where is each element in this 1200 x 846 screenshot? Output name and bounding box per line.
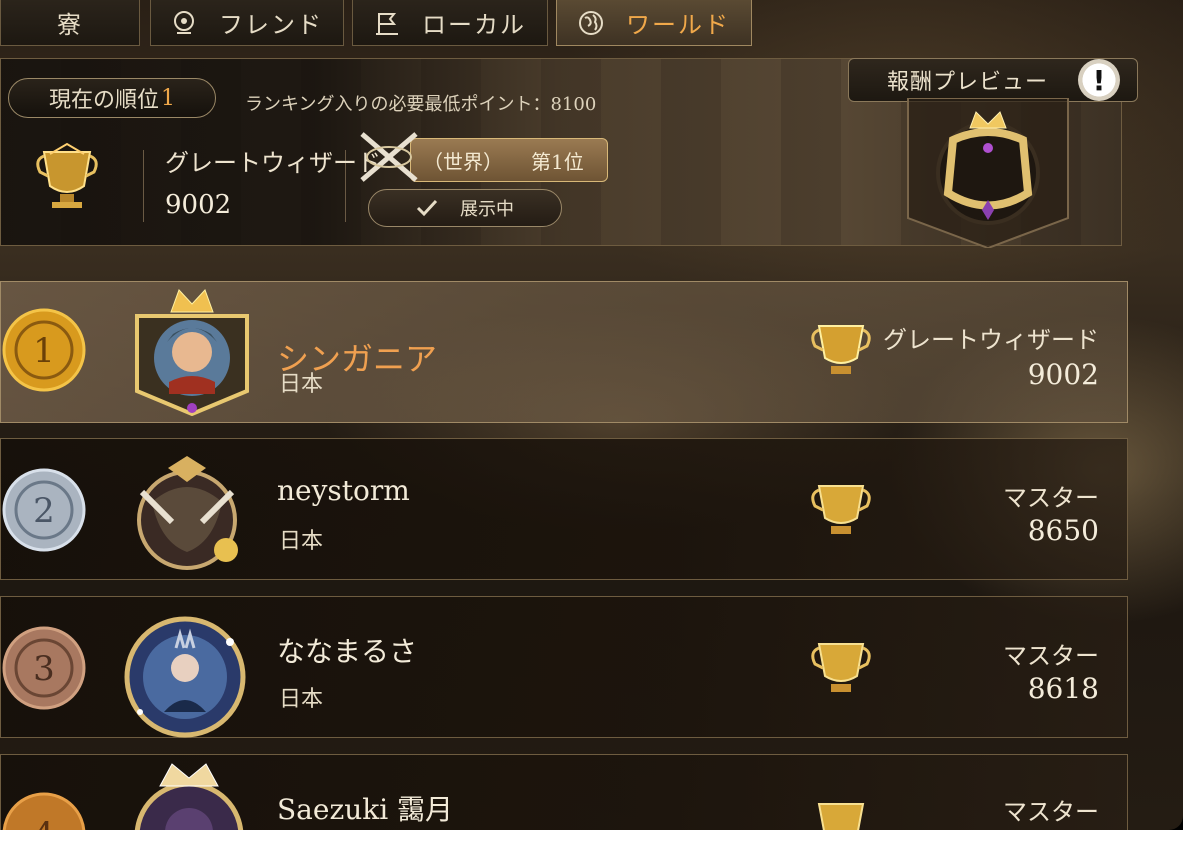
tab-world-label: ワールド (626, 11, 730, 39)
rank-number: 2 (33, 491, 55, 531)
world-rank-badge: （世界） 第1位 (410, 138, 608, 182)
showing-label: 展示中 (460, 199, 514, 220)
rank-title: マスター (1003, 798, 1099, 826)
orange-medal-icon: 4 (2, 792, 86, 830)
rank-number: 4 (33, 815, 55, 830)
my-title-name: グレートウィザード (165, 149, 381, 177)
player-name: ななまるさ (277, 635, 418, 668)
rank-number: 3 (33, 649, 55, 689)
reward-preview-label: 報酬プレビュー (887, 70, 1049, 95)
tab-world[interactable]: ワールド (556, 0, 752, 46)
location-pin-icon (174, 10, 194, 34)
trophy-icon (811, 643, 871, 692)
check-icon (416, 199, 438, 217)
tab-friends[interactable]: フレンド (150, 0, 344, 46)
my-score: 9002 (165, 190, 232, 220)
info-icon[interactable]: ! (1078, 59, 1120, 101)
silver-medal-icon: 2 (2, 468, 86, 552)
player-name: Saezuki 靄月 (277, 793, 454, 826)
screenshot-edge (1183, 0, 1200, 846)
info-icon-glyph: ! (1092, 63, 1106, 97)
tab-local-label: ローカル (422, 11, 526, 39)
current-rank-value: 1 (161, 85, 175, 111)
trophy-icon (817, 803, 865, 830)
bronze-medal-icon: 3 (2, 626, 86, 710)
globe-icon (579, 10, 603, 35)
world-badge-rank: 第1位 (531, 149, 584, 174)
showing-badge[interactable]: 展示中 (368, 189, 562, 227)
rank-title: マスター (1003, 642, 1099, 670)
current-rank-pill: 現在の順位 1 (8, 78, 216, 118)
tab-dorm-label: 寮 (57, 11, 83, 39)
player-region: 日本 (279, 687, 324, 712)
flag-icon (376, 12, 398, 35)
player-score: 8650 (1027, 514, 1099, 547)
rank-title: マスター (1003, 484, 1099, 512)
trophy-icon (811, 325, 871, 374)
avatar[interactable] (120, 612, 250, 742)
current-rank-label: 現在の順位 (48, 88, 159, 113)
avatar[interactable] (124, 758, 254, 830)
reward-frame-icon (907, 98, 1069, 248)
crossed-wands-emblem-icon (360, 132, 418, 182)
screenshot-edge (0, 830, 1200, 846)
player-region: 日本 (279, 372, 324, 397)
rank-title: グレートウィザード (883, 326, 1099, 354)
avatar[interactable] (122, 452, 252, 582)
trophy-icon (36, 142, 98, 208)
gold-medal-icon: 1 (2, 308, 86, 392)
rank-number: 1 (33, 331, 55, 371)
tab-friends-label: フレンド (219, 11, 323, 39)
tab-dorm[interactable]: 寮 (0, 0, 140, 46)
player-name: neystorm (277, 474, 410, 507)
world-badge-scope: （世界） (423, 149, 503, 174)
divider (143, 150, 144, 222)
player-score: 9002 (1027, 358, 1099, 391)
player-score: 8618 (1027, 672, 1099, 705)
min-points-text: ランキング入りの必要最低ポイント：8100 (245, 94, 597, 115)
player-region: 日本 (279, 529, 324, 554)
leaderboard-screen: 寮 フレンド ローカル ワールド 現在の順位 1 ランキング入りの必要最低ポイント… (0, 0, 1183, 830)
tab-local[interactable]: ローカル (352, 0, 548, 46)
avatar[interactable] (127, 286, 257, 416)
trophy-icon (811, 485, 871, 534)
